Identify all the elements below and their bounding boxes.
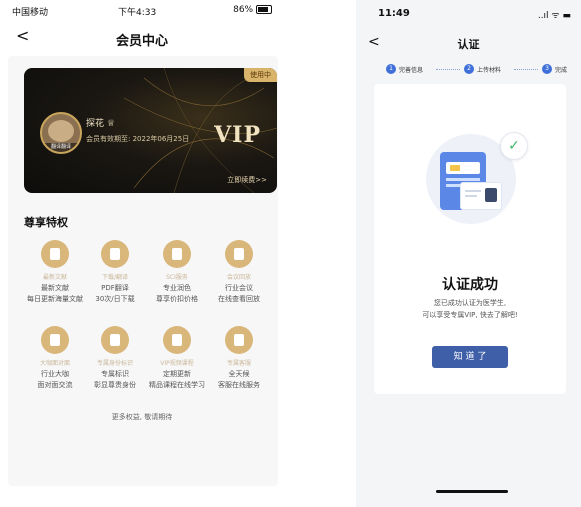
success-card: ✓ 认证成功 您已成功认证为医学生, 可以享受专属VIP, 快去了解吧! 知 道… [374,84,566,394]
step-label: 完善信息 [399,66,424,74]
checkmark-icon: ✓ [500,132,528,160]
step-done: 3 完成 [542,64,567,74]
privilege-item-exclusive-badge[interactable]: 专属身份标识 专属标识 彰显尊贵身份 [80,326,150,390]
privilege-name: 专属客服 [226,360,251,367]
in-use-badge: 使用中 [244,68,277,82]
privilege-title: 定期更新 [163,370,191,378]
step-complete-info: 1 完善信息 [386,64,423,74]
progress-steps: 1 完善信息 2 上传材料 3 完成 [386,64,576,78]
nav-bar: < 会员中心 [0,22,284,52]
badge-icon [101,326,129,354]
crown-icon: ♕ [106,119,115,129]
more-benefits-note: 更多权益, 敬请期待 [111,413,173,421]
nav-bar: < 认证 [356,30,581,56]
privilege-item-vip-video-course[interactable]: VIP视频课程 定期更新 精品课程在线学习 [142,326,212,390]
privilege-name: VIP视频课程 [160,360,194,367]
certification-screen: 11:49 ..ıl ᯤ ▬ < 认证 1 完善信息 2 上传材料 3 完成 ✓… [356,0,581,507]
privilege-title: 行业会议 [225,284,253,292]
username-text: 探花 [86,119,105,129]
privilege-title: PDF翻译 [101,284,129,292]
privilege-item-download-translate[interactable]: 下载/翻译 PDF翻译 30次/日下载 [80,240,150,304]
step-number: 3 [542,64,552,74]
step-connector [514,69,538,71]
vip-card: 使用中 翻译翻译 探花 ♕ 会员有效期至: 2022年06月25日 VIP 立即… [24,68,277,193]
privilege-name: SCI服务 [166,274,188,281]
status-bar: 11:49 ..ıl ᯤ ▬ [356,8,581,26]
step-upload-materials: 2 上传材料 [464,64,501,74]
avatar-image [48,120,74,142]
status-time: 11:49 [378,8,410,19]
battery-icon [256,5,272,14]
privilege-title: 全天候 [228,370,250,378]
privilege-item-conference-replay[interactable]: 会议回放 行业会议 在线查看回放 [204,240,274,304]
battery-percent: 86% [233,5,254,15]
id-card-icon [460,182,502,210]
carrier-label: 中国移动 [12,8,49,18]
battery-indicator: 86% [233,5,272,15]
video-course-icon [163,326,191,354]
avatar: 翻译翻译 [40,112,82,154]
step-connector [436,69,460,71]
certification-illustration: ✓ [426,132,528,224]
success-title: 认证成功 [442,277,498,293]
pdf-icon [101,240,129,268]
vip-logo-text: VIP [214,122,261,148]
home-indicator [436,490,508,493]
success-description-line1: 您已成功认证为医学生, [433,299,507,307]
step-number: 1 [386,64,396,74]
username: 探花 ♕ [86,116,115,129]
got-it-button[interactable]: 知 道 了 [432,346,508,368]
membership-expiry: 会员有效期至: 2022年06月25日 [86,135,190,143]
privilege-item-customer-service[interactable]: 专属客服 全天候 客服在线服务 [204,326,274,390]
signal-wifi-battery-icons: ..ıl ᯤ ▬ [537,11,571,21]
privilege-desc: 精品课程在线学习 [149,381,205,389]
privilege-name: 专属身份标识 [96,360,133,367]
step-number: 2 [464,64,474,74]
privilege-desc: 在线查看回放 [218,295,260,303]
privilege-name: 会议回放 [226,274,251,281]
privileges-title: 尊享特权 [24,216,68,229]
privilege-name: 下载/翻译 [101,274,129,281]
member-center-screen: 中国移动 下午4:33 86% < 会员中心 使用中 翻译翻译 探花 ♕ 会员有… [0,0,284,507]
success-description-line2: 可以享受专属VIP, 快去了解吧! [422,311,518,319]
video-play-icon [225,240,253,268]
privilege-desc: 尊享价扣价格 [156,295,198,303]
status-time: 下午4:33 [118,8,157,18]
status-bar: 中国移动 下午4:33 86% [0,0,284,20]
privilege-desc: 彰显尊贵身份 [94,381,136,389]
sci-icon [163,240,191,268]
renew-link[interactable]: 立即续费>> [227,175,267,185]
privilege-title: 专业润色 [163,284,191,292]
privilege-item-sci-service[interactable]: SCI服务 专业润色 尊享价扣价格 [142,240,212,304]
avatar-caption: 翻译翻译 [42,143,80,152]
privilege-title: 专属标识 [101,370,129,378]
page-title: 会员中心 [115,34,168,49]
meeting-icon [41,326,69,354]
step-label: 完成 [555,66,568,74]
document-icon [41,240,69,268]
customer-service-icon [225,326,253,354]
step-label: 上传材料 [477,66,502,74]
page-title: 认证 [457,38,480,51]
privilege-desc: 客服在线服务 [218,381,260,389]
privilege-desc: 30次/日下载 [95,295,135,303]
